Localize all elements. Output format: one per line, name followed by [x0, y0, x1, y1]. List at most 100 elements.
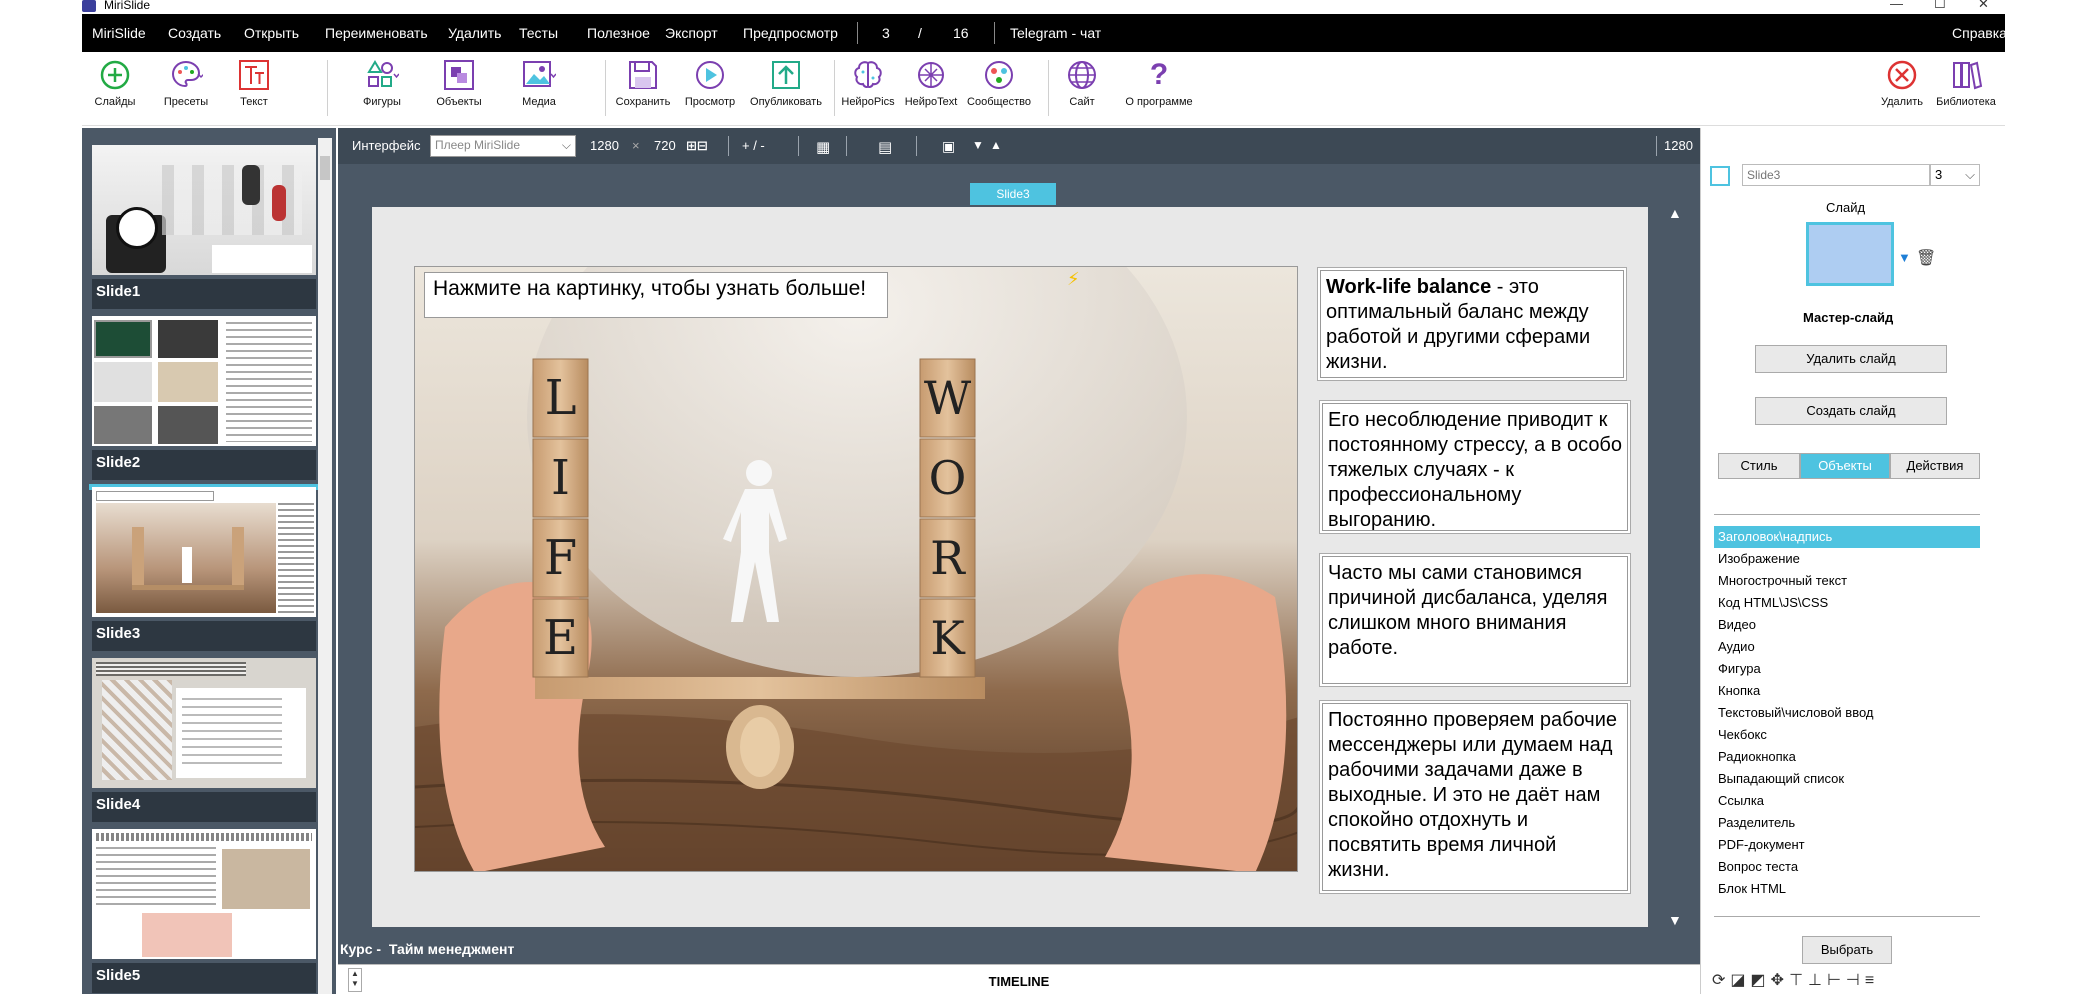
block-letter: W [923, 371, 972, 425]
scroll-up-icon[interactable]: ▲ [1668, 205, 1682, 221]
scrollbar-thumb[interactable] [320, 156, 330, 180]
text-button[interactable]: Текст [224, 58, 284, 108]
scroll-down-icon[interactable]: ▼ [1668, 912, 1682, 928]
grid-icon[interactable]: ▦ [816, 138, 830, 156]
align-bottom-icon[interactable]: ⊥ [1808, 972, 1827, 989]
move-icon[interactable]: ✥ [1771, 972, 1789, 989]
object-item-text-input[interactable]: Текстовый\числовой ввод [1714, 702, 1980, 724]
slides-scrollbar[interactable] [318, 138, 332, 994]
community-button[interactable]: Сообщество [962, 58, 1036, 108]
delete-slide-button[interactable]: Удалить слайд [1755, 345, 1947, 373]
media-button[interactable]: Медиа [500, 58, 578, 108]
text-box-stress[interactable]: Его несоблюдение приводит к постоянному … [1322, 403, 1628, 531]
save-button[interactable]: Сохранить [610, 58, 676, 108]
menu-item-open[interactable]: Открыть [244, 25, 299, 41]
objects-button[interactable]: Объекты [422, 58, 496, 108]
object-item-dropdown[interactable]: Выпадающий список [1714, 768, 1980, 790]
menu-bar: MiriSlide Создать Открыть Переименовать … [82, 14, 2007, 52]
slide-background-preview[interactable] [1806, 222, 1894, 286]
preview-button[interactable]: Просмотр [680, 58, 740, 108]
tab-style[interactable]: Стиль [1718, 453, 1800, 479]
dropdown-arrow-icon[interactable]: ▼ [1898, 250, 1911, 265]
globe-icon [1068, 61, 1096, 89]
timeline-label: TIMELINE [988, 974, 1050, 989]
menu-item-export[interactable]: Экспорт [665, 25, 718, 41]
neuropics-button[interactable]: НейроPics [838, 58, 898, 108]
move-down-icon[interactable]: ▼ [972, 138, 984, 152]
object-item-pdf[interactable]: PDF-документ [1714, 834, 1980, 856]
tab-objects[interactable]: Объекты [1800, 453, 1890, 479]
align-left-icon[interactable]: ⊢ [1827, 972, 1846, 989]
align-right-icon[interactable]: ⊣ [1846, 972, 1865, 989]
life-work-balance-image[interactable]: ⚡ L I F E W O R K [414, 266, 1298, 872]
site-button[interactable]: Сайт [1052, 58, 1112, 108]
menu-separator [857, 22, 858, 44]
object-item-test-question[interactable]: Вопрос теста [1714, 856, 1980, 878]
object-item-html-block[interactable]: Блок HTML [1714, 878, 1980, 900]
player-select[interactable]: Плеер MiriSlide ⌵ [430, 135, 576, 157]
timeline-bar[interactable]: ▲ ▼ TIMELINE [338, 964, 1700, 994]
menu-item-mirislide[interactable]: MiriSlide [92, 25, 146, 41]
hint-caption[interactable]: Нажмите на картинку, чтобы узнать больше… [424, 272, 888, 318]
slide-color-swatch[interactable] [1710, 166, 1730, 186]
refresh-icon[interactable]: ⟳ [1712, 972, 1730, 989]
object-item-checkbox[interactable]: Чекбокс [1714, 724, 1980, 746]
object-item-video[interactable]: Видео [1714, 614, 1980, 636]
size-plus-minus-icon[interactable]: ⊞⊟ [686, 138, 708, 154]
text-box-messengers[interactable]: Постоянно проверяем рабочие мессенджеры … [1322, 703, 1628, 891]
zoom-control[interactable]: + / - [742, 138, 765, 153]
trash-icon[interactable]: 🗑 [1916, 248, 1936, 268]
slide-label: Slide4 [92, 792, 316, 822]
object-item-divider[interactable]: Разделитель [1714, 812, 1980, 834]
menu-item-delete[interactable]: Удалить [448, 25, 501, 41]
text-box-imbalance[interactable]: Часто мы сами становимся причиной дисбал… [1322, 556, 1628, 684]
menu-item-rename[interactable]: Переименовать [325, 25, 428, 41]
delete-button[interactable]: Удалить [1874, 58, 1930, 108]
object-item-audio[interactable]: Аудио [1714, 636, 1980, 658]
text-box-definition[interactable]: Work-life balance - это оптимальный бала… [1320, 270, 1624, 378]
menu-item-preview[interactable]: Предпросмотр [743, 25, 838, 41]
palette-icon [171, 60, 203, 88]
move-up-icon[interactable]: ▲ [990, 138, 1002, 152]
bring-front-icon[interactable]: ◪ [1730, 972, 1750, 989]
minimize-icon[interactable]: — [1890, 0, 1903, 11]
object-item-link[interactable]: Ссылка [1714, 790, 1980, 812]
presets-button[interactable]: Пресеты [148, 58, 224, 108]
slides-button[interactable]: Слайды [82, 58, 148, 108]
neurotext-button[interactable]: НейроText [900, 58, 962, 108]
slide-height-value[interactable]: 720 [654, 138, 676, 153]
maximize-icon[interactable]: ☐ [1934, 0, 1946, 12]
menu-item-useful[interactable]: Полезное [587, 25, 650, 41]
page-current[interactable]: 3 [882, 25, 890, 41]
object-item-radio[interactable]: Радиокнопка [1714, 746, 1980, 768]
object-item-button[interactable]: Кнопка [1714, 680, 1980, 702]
align-top-icon[interactable]: ⊤ [1789, 972, 1808, 989]
menu-item-create[interactable]: Создать [168, 25, 221, 41]
shapes-button[interactable]: Фигуры [347, 58, 417, 108]
choose-button[interactable]: Выбрать [1802, 936, 1892, 964]
tab-actions[interactable]: Действия [1890, 453, 1980, 479]
distribute-icon[interactable]: ≡ [1865, 972, 1879, 989]
create-slide-button[interactable]: Создать слайд [1755, 397, 1947, 425]
object-item-shape[interactable]: Фигура [1714, 658, 1980, 680]
library-button[interactable]: Библиотека [1934, 58, 1998, 108]
slide-width-value[interactable]: 1280 [590, 138, 619, 153]
slide-name-input[interactable] [1742, 164, 1930, 186]
publish-button[interactable]: Опубликовать [744, 58, 828, 108]
menu-item-tests[interactable]: Тесты [519, 25, 558, 41]
svg-text:⚡: ⚡ [1067, 269, 1080, 290]
object-item-html-code[interactable]: Код HTML\JS\CSS [1714, 592, 1980, 614]
layers-icon[interactable]: ▣ [942, 138, 955, 155]
menu-item-help[interactable]: Справка [1952, 25, 2007, 41]
close-window-icon[interactable]: ✕ [1978, 0, 1989, 12]
slide-number-select[interactable]: 3 ⌵ [1930, 164, 1980, 186]
about-button[interactable]: ? О программе [1122, 58, 1196, 108]
send-back-icon[interactable]: ◩ [1751, 972, 1771, 989]
objects-list: Заголовок\надпись Изображение Многостроч… [1714, 526, 1980, 900]
timeline-spinner[interactable]: ▲ ▼ [348, 968, 362, 992]
object-item-image[interactable]: Изображение [1714, 548, 1980, 570]
telegram-chat-link[interactable]: Telegram - чат [1010, 25, 1101, 41]
object-item-multiline-text[interactable]: Многострочный текст [1714, 570, 1980, 592]
layout-icon[interactable]: ▤ [878, 138, 892, 156]
object-item-heading[interactable]: Заголовок\надпись [1714, 526, 1980, 548]
